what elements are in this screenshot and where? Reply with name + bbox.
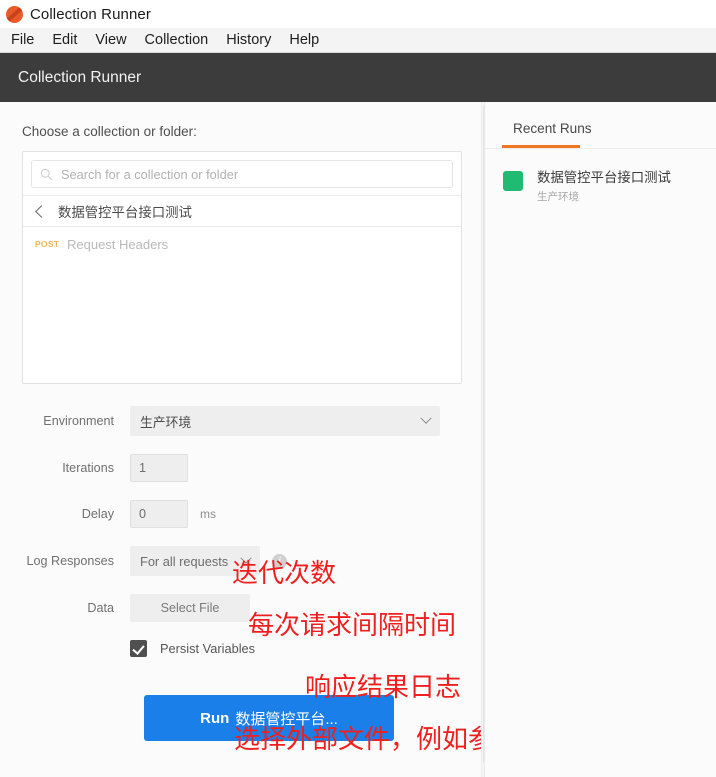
body: Choose a collection or folder: 数据管控平台接口测… — [0, 102, 716, 777]
scrollbar-thumb[interactable] — [483, 104, 484, 764]
window-title: Collection Runner — [30, 5, 151, 23]
recent-runs-label: Recent Runs — [513, 121, 592, 136]
menu-item-edit[interactable]: Edit — [43, 28, 86, 52]
search-icon — [40, 168, 53, 180]
postman-logo-icon — [6, 5, 23, 23]
run-button-prefix: Run — [200, 709, 230, 727]
environment-value: 生产环境 — [140, 414, 192, 430]
request-name: Request Headers — [67, 236, 169, 252]
app-header: Collection Runner — [0, 53, 716, 102]
request-list: POST Request Headers — [23, 231, 461, 383]
persist-variables-label: Persist Variables — [160, 641, 256, 656]
data-label: Data — [87, 601, 114, 615]
run-collection-name: 数据管控平台接口测试 — [537, 170, 671, 185]
tab-recent-runs[interactable]: Recent Runs — [485, 120, 716, 148]
chevron-down-icon — [420, 412, 432, 424]
search-input[interactable] — [61, 166, 444, 182]
environment-row: Environment 生产环境 — [22, 406, 462, 436]
delay-input[interactable] — [130, 500, 188, 528]
environment-select[interactable]: 生产环境 — [130, 406, 440, 436]
breadcrumb[interactable]: 数据管控平台接口测试 — [23, 196, 461, 227]
tab-active-indicator — [502, 145, 580, 148]
annotation-iterations: 迭代次数 — [232, 559, 337, 589]
iterations-label: Iterations — [62, 461, 114, 475]
runner-config-pane: Choose a collection or folder: 数据管控平台接口测… — [0, 102, 484, 777]
status-badge — [503, 171, 523, 191]
run-item-text: 数据管控平台接口测试 生产环境 — [537, 169, 671, 204]
select-file-button[interactable]: Select File — [130, 594, 250, 622]
log-responses-label: Log Responses — [26, 554, 114, 568]
iterations-row: Iterations — [22, 454, 462, 482]
menu-item-view[interactable]: View — [86, 28, 135, 52]
run-environment-name: 生产环境 — [537, 191, 579, 204]
window-titlebar: Collection Runner — [0, 0, 716, 28]
search-row — [23, 152, 461, 196]
delay-row: Delay ms — [22, 500, 462, 528]
persist-variables-row: Persist Variables — [22, 640, 462, 657]
environment-label: Environment — [43, 414, 114, 428]
delay-unit: ms — [200, 507, 216, 521]
page-title: Collection Runner — [18, 68, 142, 86]
search-field[interactable] — [31, 160, 453, 188]
method-badge: POST — [35, 239, 60, 249]
menu-item-file[interactable]: File — [2, 28, 43, 52]
iterations-input[interactable] — [130, 454, 188, 482]
menu-item-collection[interactable]: Collection — [136, 28, 218, 52]
menu-item-help[interactable]: Help — [280, 28, 328, 52]
annotation-log-responses: 响应结果日志 — [305, 673, 462, 703]
persist-variables-checkbox[interactable] — [130, 640, 147, 657]
chevron-left-icon[interactable] — [35, 204, 48, 218]
annotation-delay: 每次请求间隔时间 — [248, 611, 457, 641]
annotation-data-file: 选择外部文件，例如参数化文件 — [234, 725, 484, 755]
vertical-scrollbar[interactable] — [481, 102, 484, 777]
breadcrumb-collection-name: 数据管控平台接口测试 — [58, 205, 192, 220]
recent-runs-pane: Recent Runs 数据管控平台接口测试 生产环境 — [484, 102, 716, 777]
log-responses-value: For all requests — [140, 553, 229, 569]
list-item[interactable]: 数据管控平台接口测试 生产环境 — [485, 149, 716, 204]
menu-item-history[interactable]: History — [217, 28, 280, 52]
menubar: File Edit View Collection History Help — [0, 28, 716, 53]
collection-selector: 数据管控平台接口测试 POST Request Headers — [22, 151, 462, 384]
list-item[interactable]: POST Request Headers — [23, 231, 461, 257]
delay-label: Delay — [81, 507, 114, 521]
choose-collection-label: Choose a collection or folder: — [22, 124, 197, 139]
